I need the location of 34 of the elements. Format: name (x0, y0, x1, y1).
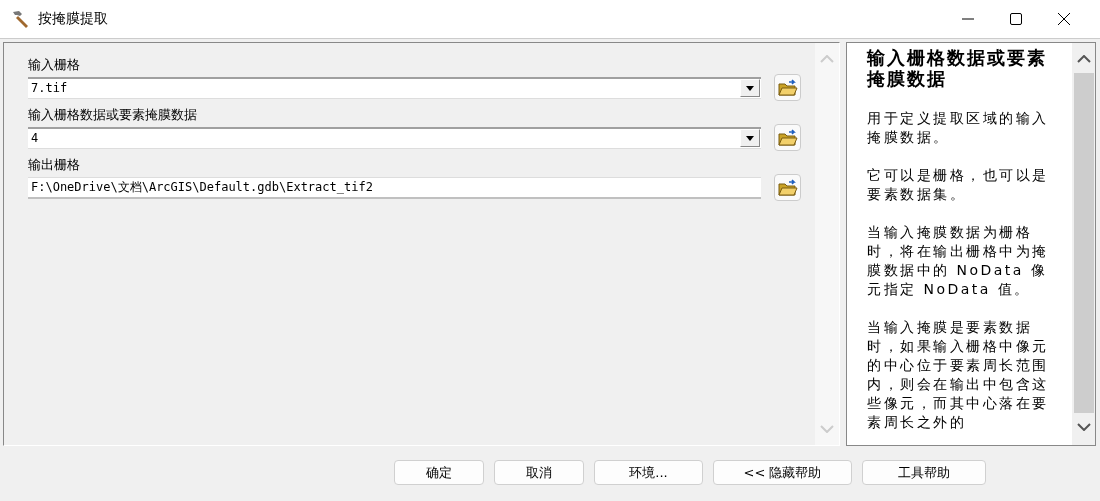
dialog-button[interactable]: 环境... (594, 460, 703, 485)
scroll-up-icon[interactable] (1076, 55, 1091, 63)
caret-icon (746, 85, 754, 91)
dialog-button[interactable]: << 隐藏帮助 (713, 460, 852, 485)
folder-icon (777, 78, 798, 97)
folder-icon (777, 128, 798, 147)
browse-button[interactable] (774, 124, 801, 151)
hammer-icon (10, 9, 30, 29)
help-title: 输入栅格数据或要素掩膜数据 (867, 47, 1048, 89)
dropdown-field[interactable]: 4 (28, 126, 761, 149)
dropdown-field[interactable]: 7.tif (28, 76, 761, 99)
help-paragraph: 它可以是栅格，也可以是要素数据集。 (867, 166, 1050, 204)
help-paragraph: 用于定义提取区域的输入掩膜数据。 (867, 109, 1050, 147)
parameter-label: 输出栅格 (28, 156, 81, 174)
parameter-label: 输入栅格 (28, 56, 81, 74)
help-paragraph: 当输入掩膜数据为栅格时，将在输出栅格中为掩膜数据中的 NoData 像元指定 NoData 值。 (867, 223, 1050, 299)
help-paragraph: 当输入掩膜是要素数据时，如果输入栅格中像元的中心位于要素周长范围内，则会在输出中包含这些像元，而其中心落在要素周长之外的 (867, 318, 1050, 432)
maximize-icon (1010, 13, 1022, 25)
dialog-button[interactable]: 取消 (494, 460, 584, 485)
scrollbar[interactable] (1072, 43, 1095, 445)
browse-button[interactable] (774, 174, 801, 201)
close-icon (1058, 13, 1070, 25)
window-title: 按掩膜提取 (38, 10, 109, 28)
dialog-button[interactable]: 工具帮助 (862, 460, 986, 485)
parameter-label: 输入栅格数据或要素掩膜数据 (28, 106, 198, 124)
dropdown-button[interactable] (740, 129, 760, 147)
scroll-down-icon[interactable] (1076, 423, 1091, 431)
dialog-button[interactable]: 确定 (394, 460, 484, 485)
folder-icon (777, 178, 798, 197)
browse-button[interactable] (774, 74, 801, 101)
input-field[interactable]: F:\OneDrive\文档\ArcGIS\Default.gdb\Extract_tif2 (28, 176, 761, 199)
dropdown-button[interactable] (740, 79, 760, 97)
scroll-thumb[interactable] (1073, 73, 1094, 413)
caret-icon (746, 135, 754, 141)
